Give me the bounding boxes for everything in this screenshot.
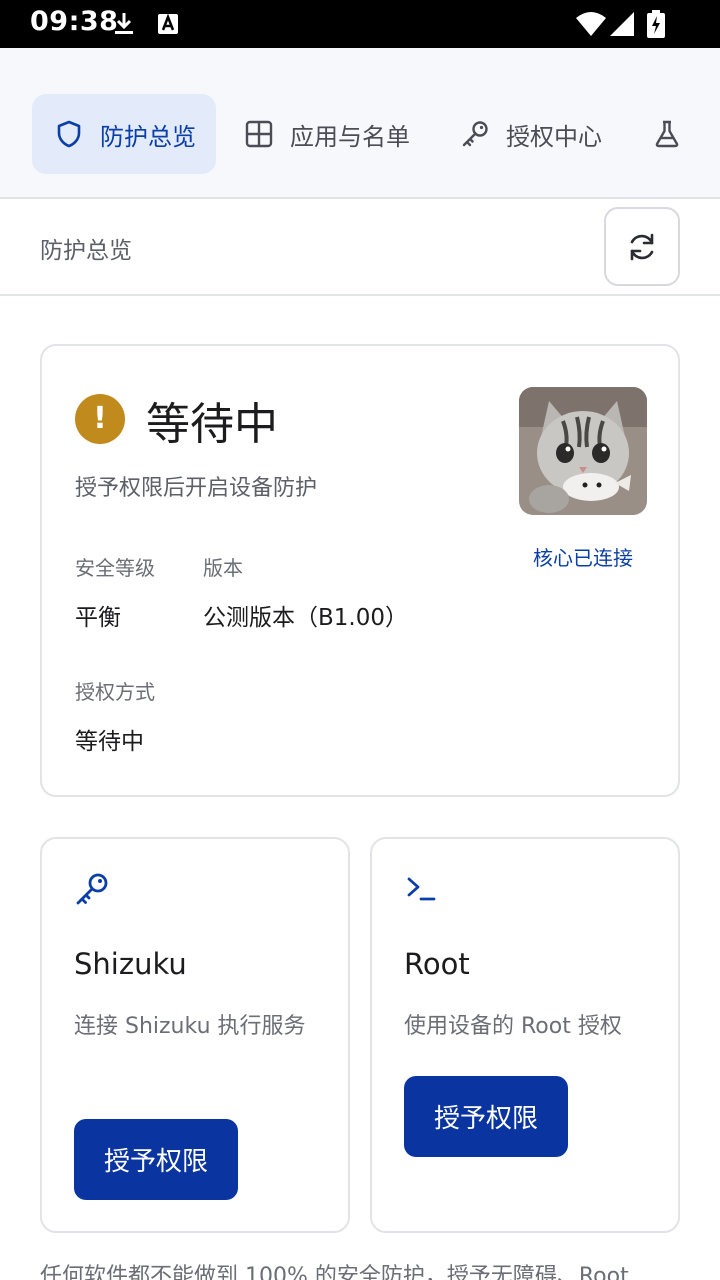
keyboard-a-icon bbox=[158, 13, 178, 34]
status-description: 授予权限后开启设备防护 bbox=[75, 476, 318, 501]
tab-label: 防护总览 bbox=[100, 122, 196, 151]
flask-icon bbox=[655, 120, 679, 148]
auth-method-value: 等待中 bbox=[75, 729, 144, 755]
root-grant-button[interactable]: 授予权限 bbox=[404, 1076, 568, 1157]
battery-charging-icon bbox=[647, 10, 665, 38]
core-connected-link[interactable]: 核心已连接 bbox=[519, 542, 647, 571]
wifi-icon bbox=[576, 12, 606, 36]
refresh-button[interactable] bbox=[604, 207, 680, 286]
tab-protection-overview[interactable]: 防护总览 bbox=[32, 94, 216, 174]
key-icon bbox=[462, 121, 488, 147]
shield-icon bbox=[57, 120, 81, 148]
warning-icon: ! bbox=[75, 394, 125, 444]
page-title: 防护总览 bbox=[40, 238, 132, 264]
auth-method-label: 授权方式 bbox=[75, 680, 155, 704]
shizuku-description: 连接 Shizuku 执行服务 bbox=[74, 1014, 306, 1039]
avatar bbox=[519, 387, 647, 515]
root-description: 使用设备的 Root 授权 bbox=[404, 1014, 622, 1039]
grid-icon bbox=[245, 120, 273, 148]
status-time: 09:38 bbox=[30, 6, 119, 37]
refresh-icon bbox=[630, 233, 654, 260]
shizuku-title: Shizuku bbox=[74, 947, 187, 981]
security-level-label: 安全等级 bbox=[75, 556, 155, 580]
root-auth-card: Root 使用设备的 Root 授权 授予权限 bbox=[370, 837, 680, 1233]
tab-apps-and-lists[interactable]: 应用与名单 bbox=[244, 94, 424, 174]
root-title: Root bbox=[404, 947, 470, 981]
cat-avatar-image bbox=[519, 387, 647, 515]
key-icon bbox=[76, 873, 108, 905]
tab-label: 授权中心 bbox=[506, 122, 602, 151]
shizuku-auth-card: Shizuku 连接 Shizuku 执行服务 授予权限 bbox=[40, 837, 350, 1233]
status-title: 等待中 bbox=[146, 399, 278, 450]
security-level-value: 平衡 bbox=[75, 605, 121, 631]
version-label: 版本 bbox=[203, 556, 243, 580]
signal-icon bbox=[610, 12, 634, 36]
tab-label: 应用与名单 bbox=[290, 122, 410, 151]
version-value: 公测版本（B1.00） bbox=[203, 605, 408, 631]
page-header: 防护总览 bbox=[0, 199, 720, 296]
protection-status-card: ! 等待中 授予权限后开启设备防护 安全等级 平衡 版本 公测版本（B1.00）… bbox=[40, 344, 680, 797]
terminal-icon bbox=[407, 877, 436, 901]
download-icon bbox=[115, 13, 133, 34]
security-disclaimer: 任何软件都不能做到 100% 的安全防护，授予无障碍、Root bbox=[40, 1264, 629, 1280]
shizuku-grant-button[interactable]: 授予权限 bbox=[74, 1119, 238, 1200]
status-bar: 09:38 bbox=[0, 0, 720, 48]
tab-authorization-center[interactable]: 授权中心 bbox=[460, 94, 610, 174]
top-navigation: 防护总览 应用与名单 授权中心 bbox=[0, 48, 720, 199]
tab-lab[interactable] bbox=[652, 94, 692, 174]
